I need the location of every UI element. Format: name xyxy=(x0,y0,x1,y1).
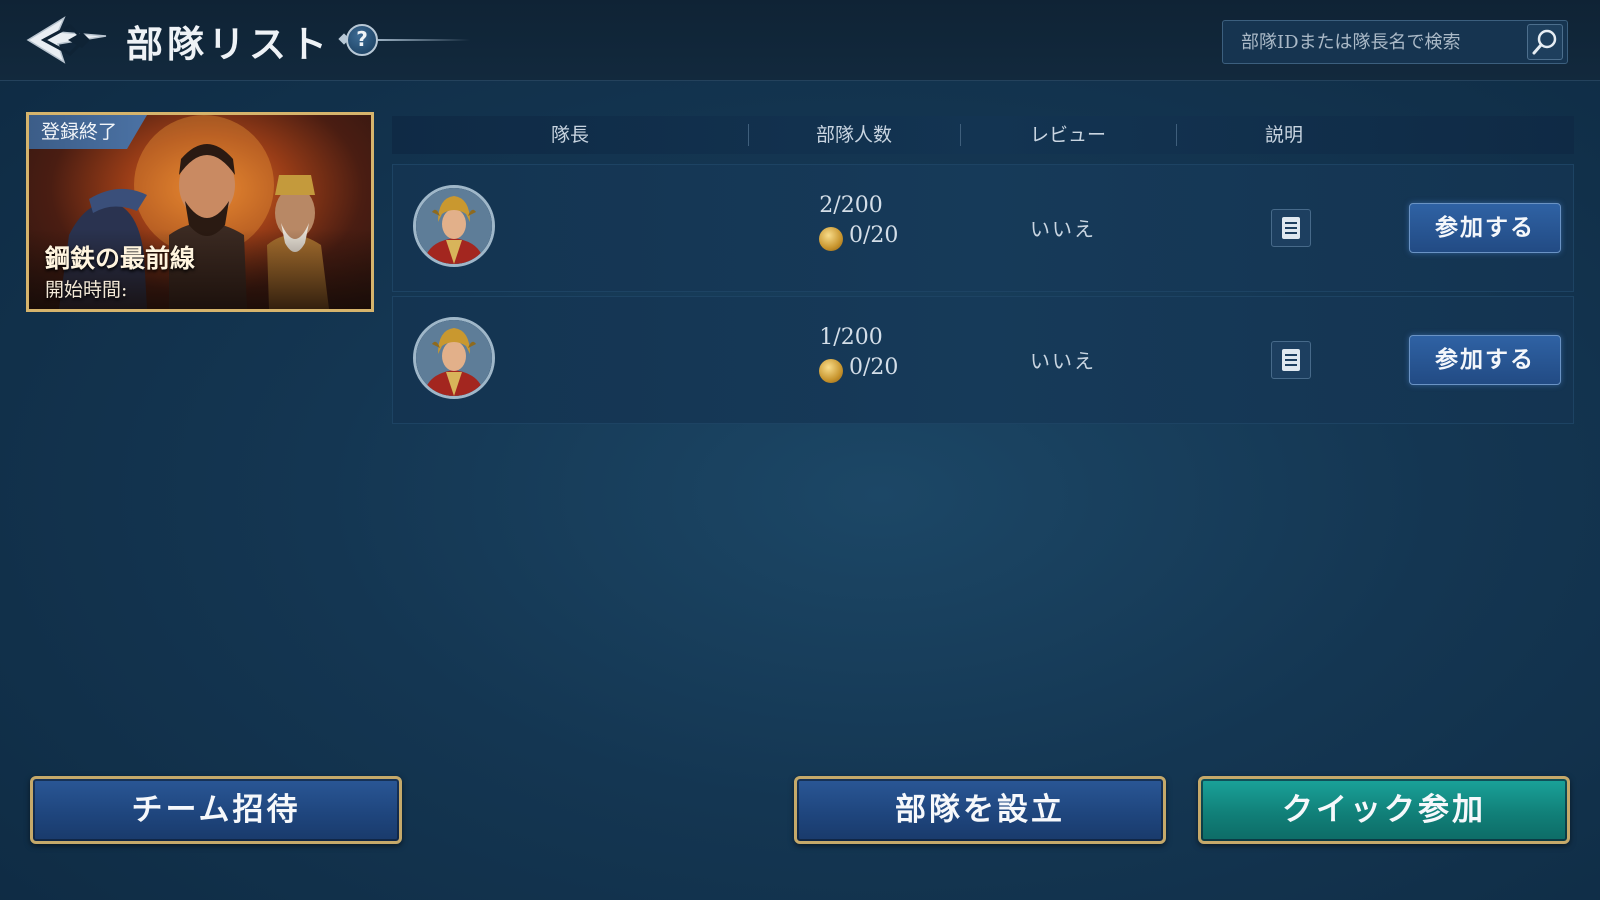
description-button[interactable] xyxy=(1271,341,1311,379)
table-row: 2/200 0/20 いいえ 参加する xyxy=(392,164,1574,292)
search-button[interactable] xyxy=(1527,24,1563,60)
question-icon: ? xyxy=(356,27,368,51)
event-status-tag: 登録終了 xyxy=(29,115,147,149)
table-row: 1/200 0/20 いいえ 参加する xyxy=(392,296,1574,424)
column-header-captain: 隊長 xyxy=(550,124,589,146)
captain-portrait xyxy=(416,188,492,264)
captain-avatar[interactable] xyxy=(413,317,495,399)
member-count: 2/200 xyxy=(819,193,883,218)
captain-portrait xyxy=(416,320,492,396)
coin-icon xyxy=(819,227,843,251)
quick-join-button[interactable]: クイック参加 xyxy=(1198,776,1570,844)
member-count: 1/200 xyxy=(819,325,883,350)
search-box xyxy=(1222,20,1568,64)
event-banner[interactable]: 登録終了 鋼鉄の最前線 開始時間: xyxy=(26,112,374,312)
quick-join-label: クイック参加 xyxy=(1282,792,1486,828)
page-title: 部隊リスト xyxy=(126,22,331,66)
reserve-count: 0/20 xyxy=(849,355,899,380)
search-input[interactable] xyxy=(1223,21,1523,63)
help-line-decoration xyxy=(378,39,470,41)
captain-avatar[interactable] xyxy=(413,185,495,267)
join-button[interactable]: 参加する xyxy=(1409,335,1561,385)
event-title: 鋼鉄の最前線 xyxy=(45,244,196,273)
back-button[interactable] xyxy=(24,14,110,66)
top-bar: 部隊リスト ? xyxy=(0,0,1600,81)
create-squad-button[interactable]: 部隊を設立 xyxy=(794,776,1166,844)
team-invite-label: チーム招待 xyxy=(131,792,301,828)
back-arrow-icon xyxy=(26,16,107,64)
document-icon xyxy=(1282,217,1300,239)
search-icon xyxy=(1532,29,1557,55)
team-invite-button[interactable]: チーム招待 xyxy=(30,776,402,844)
join-button[interactable]: 参加する xyxy=(1409,203,1561,253)
description-button[interactable] xyxy=(1271,209,1311,247)
help-button[interactable]: ? xyxy=(346,24,378,56)
column-header-members: 部隊人数 xyxy=(815,124,892,146)
event-start-time: 開始時間: xyxy=(45,279,128,301)
column-header-review: レビュー xyxy=(1029,124,1106,146)
reserve-count: 0/20 xyxy=(849,223,899,248)
create-squad-label: 部隊を設立 xyxy=(895,792,1065,828)
document-icon xyxy=(1282,349,1300,371)
review-value: いいえ xyxy=(1030,217,1096,241)
coin-icon xyxy=(819,359,843,383)
column-header-description: 説明 xyxy=(1264,124,1303,146)
review-value: いいえ xyxy=(1030,349,1096,373)
table-header: 隊長 部隊人数 レビュー 説明 xyxy=(392,116,1574,154)
